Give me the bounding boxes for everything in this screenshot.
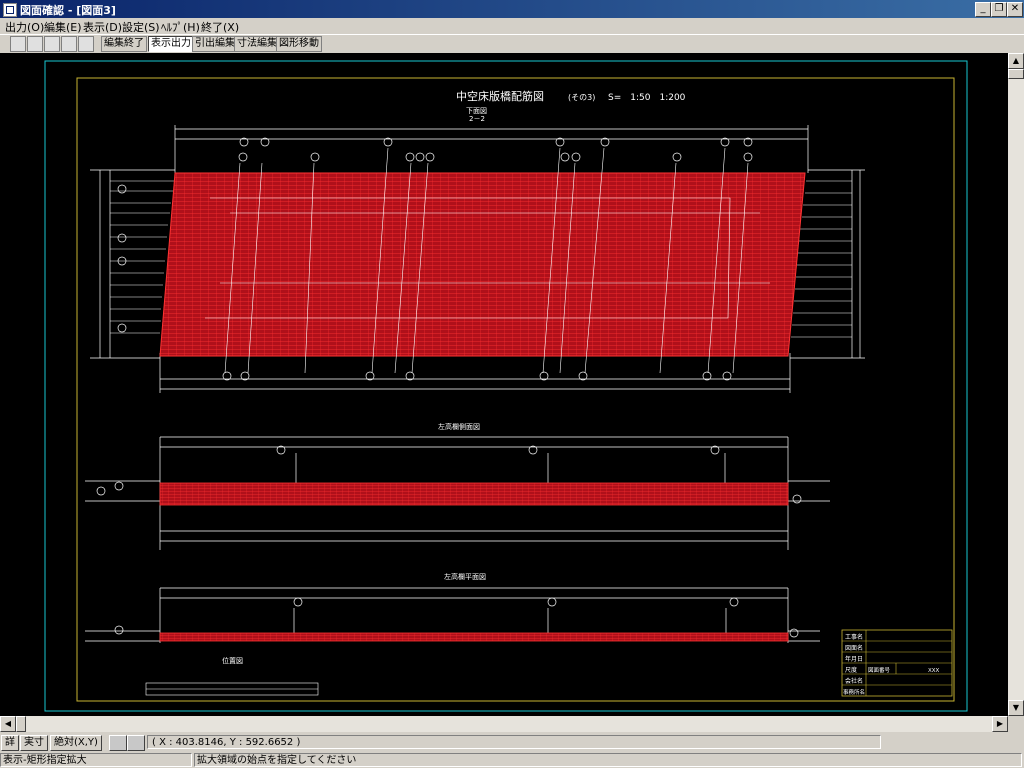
minimize-button[interactable]: _	[975, 2, 991, 17]
zoom-out-icon[interactable]	[44, 36, 60, 52]
scroll-right-icon[interactable]: ▶	[992, 716, 1008, 732]
section1-label: 下面図	[466, 107, 487, 115]
menu-help[interactable]: ﾍﾙﾌﾟ(H)	[161, 19, 200, 35]
section1-sub: 2－2	[469, 115, 485, 123]
menu-exit[interactable]: 終了(X)	[201, 19, 239, 35]
drawing-scale: S= 1:50 1:200	[608, 93, 686, 103]
app-icon[interactable]	[3, 3, 17, 17]
vertical-scrollbar[interactable]: ▲ ▼	[1008, 53, 1024, 716]
scroll-corner	[1008, 716, 1024, 732]
title-block-date: 年月日	[845, 655, 863, 663]
leader-edit-button[interactable]: 引出編集	[192, 36, 238, 52]
vertical-scroll-thumb[interactable]	[1008, 69, 1024, 79]
section3-label: 左高欄平面図	[444, 572, 486, 581]
disabled-button-1[interactable]	[109, 735, 127, 751]
zoom-window-icon[interactable]	[78, 36, 94, 52]
absolute-coord-button[interactable]: 絶対(X,Y)	[50, 735, 102, 751]
title-bar: 図面確認 - [図面3] _ ❐ ✕	[0, 0, 1024, 18]
title-block-scale: 尺度	[845, 666, 857, 674]
side-rebar-mesh	[159, 482, 789, 506]
title-block-company: 会社名	[845, 677, 863, 685]
zoom-in-icon[interactable]	[27, 36, 43, 52]
title-block-dwg-no-value: XXX	[928, 668, 940, 674]
menu-bar: 出力(O) 編集(E) 表示(D) 設定(S) ﾍﾙﾌﾟ(H) 終了(X)	[0, 18, 1024, 34]
menu-view[interactable]: 表示(D)	[83, 19, 122, 35]
scroll-up-icon[interactable]: ▲	[1008, 53, 1024, 69]
title-block-office: 事務所名	[843, 688, 865, 696]
status-bar: 表示-矩形指定拡大 拡大領域の始点を指定してください	[0, 752, 1024, 768]
title-block: 工事名 図面名 年月日 尺度 会社名 事務所名 図面番号 XXX	[841, 629, 953, 697]
sheet-frame-inner	[76, 77, 955, 702]
section2-label: 左高欄側面図	[438, 422, 480, 431]
window-title: 図面確認 - [図面3]	[20, 4, 116, 17]
select-icon[interactable]	[10, 36, 26, 52]
slab-rebar-mesh	[159, 172, 806, 357]
horizontal-scroll-thumb[interactable]	[16, 716, 26, 732]
location-map-label: 位置図	[222, 656, 243, 665]
drawing-canvas[interactable]: 中空床版橋配筋図 (その3) S= 1:50 1:200 下面図 2－2 左高欄…	[0, 53, 1008, 716]
status-mode: 表示-矩形指定拡大	[0, 753, 192, 767]
actual-size-button[interactable]: 実寸	[20, 735, 48, 751]
menu-output[interactable]: 出力(O)	[5, 19, 44, 35]
status-message: 拡大領域の始点を指定してください	[194, 753, 1022, 767]
display-output-button[interactable]: 表示出力	[148, 36, 194, 52]
drawing-svg: 中空床版橋配筋図 (その3) S= 1:50 1:200 下面図 2－2 左高欄…	[44, 60, 968, 712]
title-block-dwg-no-label: 図面番号	[868, 667, 891, 674]
scroll-left-icon[interactable]: ◀	[0, 716, 16, 732]
plan-rebar-mesh	[159, 632, 789, 642]
dimension-edit-button[interactable]: 寸法編集	[234, 36, 280, 52]
command-bar: 詳 実寸 絶対(X,Y) ( X : 403.8146, Y : 592.665…	[0, 734, 1024, 752]
coordinate-readout: ( X : 403.8146, Y : 592.6652 )	[147, 735, 881, 749]
close-button[interactable]: ✕	[1007, 2, 1023, 17]
zoom-fit-icon[interactable]	[61, 36, 77, 52]
drawing-title: 中空床版橋配筋図	[456, 89, 544, 103]
scroll-down-icon[interactable]: ▼	[1008, 700, 1024, 716]
horizontal-scrollbar[interactable]: ◀ ▶	[0, 716, 1008, 732]
menu-edit[interactable]: 編集(E)	[44, 19, 82, 35]
toolbar: 編集終了 表示出力 引出編集 寸法編集 図形移動	[0, 34, 1024, 54]
figure-move-button[interactable]: 図形移動	[276, 36, 322, 52]
menu-settings[interactable]: 設定(S)	[122, 19, 160, 35]
detail-button[interactable]: 詳	[1, 735, 19, 751]
sheet-frame-outer	[44, 60, 968, 712]
title-block-drawing-name: 図面名	[845, 644, 863, 652]
title-block-project: 工事名	[845, 633, 863, 641]
restore-button[interactable]: ❐	[991, 2, 1007, 17]
drawing-title-part: (その3)	[568, 93, 595, 102]
disabled-button-2[interactable]	[127, 735, 145, 751]
end-edit-button[interactable]: 編集終了	[101, 36, 147, 52]
